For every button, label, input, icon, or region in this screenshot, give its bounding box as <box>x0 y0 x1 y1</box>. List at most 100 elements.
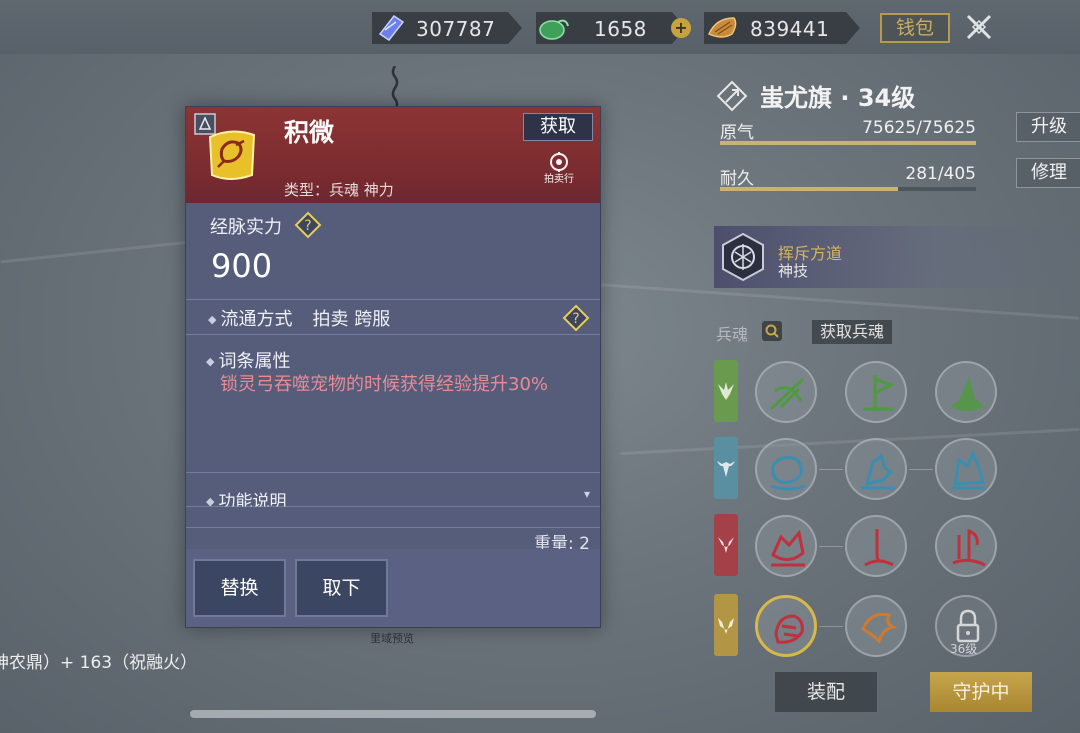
help-icon[interactable]: ? <box>562 304 590 332</box>
soul-search-button[interactable] <box>762 321 782 341</box>
slot-connector <box>819 626 843 627</box>
row-tag-beast-1 <box>714 360 738 422</box>
trade-value: 拍卖 跨服 <box>312 309 391 330</box>
search-icon <box>765 324 779 338</box>
row-tag-beast-3 <box>714 514 738 576</box>
repair-button[interactable]: 修理 <box>1016 158 1080 188</box>
tiger-soul-icon <box>774 614 804 644</box>
durability-bar <box>720 187 976 191</box>
divider <box>186 334 600 335</box>
horizontal-scrollbar[interactable] <box>190 710 596 718</box>
skill-panel[interactable] <box>714 226 1080 288</box>
soul-slot[interactable] <box>845 438 907 500</box>
fox-head-icon <box>718 537 734 553</box>
slot-connector <box>819 546 843 547</box>
soul-slot[interactable] <box>845 361 907 423</box>
get-item-button[interactable]: 获取 <box>523 113 593 141</box>
durability-bar-fill <box>720 187 898 191</box>
currency-jade: 1658 <box>536 12 686 44</box>
remove-button[interactable]: 取下 <box>295 559 388 617</box>
currency-bar: 307787 1658 + 839441 钱包 <box>0 0 1080 54</box>
preview-label[interactable]: 里域预览 <box>370 630 414 646</box>
soul-slot[interactable] <box>935 438 997 500</box>
row-tag-beast-4 <box>714 594 738 656</box>
currency-gold: 839441 <box>704 12 860 44</box>
slot-connector <box>819 469 843 470</box>
currency-value: 839441 <box>750 17 830 41</box>
blue-crystal-icon <box>376 14 406 42</box>
rope-decoration <box>391 66 399 110</box>
soul-slot[interactable] <box>935 515 997 577</box>
soul-slot[interactable] <box>845 515 907 577</box>
power-value: 900 <box>211 247 273 285</box>
currency-gem: 307787 <box>372 12 522 44</box>
flag-title: 蚩尤旗 · 34级 <box>760 84 916 112</box>
ox-head-icon <box>717 461 735 477</box>
item-card-header: 积微 获取 拍卖行 类型：兵魂 神力 <box>186 107 600 203</box>
item-type: 类型：兵魂 神力 <box>284 181 394 199</box>
get-soul-button[interactable]: 获取兵魂 <box>812 320 892 344</box>
auction-label[interactable]: 拍卖行 <box>544 170 574 185</box>
flame-soul-icon <box>952 528 986 567</box>
item-tooltip-card: 积微 获取 拍卖行 类型：兵魂 神力 经脉实力 ? 900 ◆ 流通方式 拍卖 跨服… <box>185 106 601 628</box>
trade-row: ◆ 流通方式 拍卖 跨服 <box>208 305 390 331</box>
tiger-head-icon <box>718 618 734 634</box>
soul-label: 兵魂 <box>716 325 749 344</box>
upgrade-button[interactable]: 升级 <box>1016 112 1080 142</box>
hook-soul-icon <box>864 529 894 567</box>
power-label: 经脉实力 <box>210 217 282 238</box>
svg-text:?: ? <box>572 311 579 327</box>
green-jade-icon <box>538 14 570 42</box>
divider <box>186 506 600 507</box>
soul-slot[interactable] <box>935 361 997 423</box>
trade-label: 流通方式 <box>220 309 293 330</box>
horse-soul-icon <box>861 453 895 490</box>
plus-icon[interactable]: + <box>671 18 691 38</box>
bonus-text: 神农鼎）+ 163（祝融火） <box>0 653 198 673</box>
ox-soul-icon <box>770 456 806 491</box>
divider <box>186 299 600 300</box>
bow-soul-icon <box>769 377 805 411</box>
gold-ingot-icon <box>706 14 740 42</box>
stat-value-durability: 281/405 <box>905 164 976 184</box>
stat-label-durability: 耐久 <box>720 169 754 189</box>
soul-slot-active[interactable] <box>755 595 817 657</box>
soul-slot[interactable] <box>755 515 817 577</box>
attr-text: 锁灵弓吞噬宠物的时候获得经验提升30% <box>220 374 549 395</box>
currency-value: 307787 <box>416 17 496 41</box>
fox-soul-icon <box>771 529 805 567</box>
soul-slot[interactable] <box>755 438 817 500</box>
item-name: 积微 <box>284 118 335 147</box>
hat-soul-icon <box>951 377 985 411</box>
attr-label: 词条属性 <box>218 351 291 372</box>
attr-row: ◆ 词条属性 <box>206 347 290 373</box>
currency-value: 1658 <box>594 17 647 41</box>
svg-text:?: ? <box>304 218 311 234</box>
stat-value-qi: 75625/75625 <box>862 118 976 138</box>
close-icon[interactable] <box>964 12 994 42</box>
replace-button[interactable]: 替换 <box>193 559 286 617</box>
slot-connector <box>909 469 933 470</box>
divider <box>186 472 600 473</box>
divider <box>186 527 600 528</box>
func-label: 功能说明 <box>218 492 287 507</box>
soul-slot[interactable] <box>845 595 907 657</box>
qi-bar-fill <box>720 141 976 145</box>
bg-streak <box>0 239 200 264</box>
stat-label-qi: 原气 <box>720 123 754 143</box>
wallet-button[interactable]: 钱包 <box>880 13 950 43</box>
wolf-head-icon <box>718 382 734 400</box>
help-icon[interactable]: ? <box>294 211 322 239</box>
equip-button[interactable]: 装配 <box>775 672 877 712</box>
row-tag-beast-2 <box>714 437 738 499</box>
skill-emblem-icon <box>722 232 764 282</box>
func-row: ◆ 功能说明 <box>206 487 286 507</box>
guarding-button[interactable]: 守护中 <box>930 672 1032 712</box>
soul-slot[interactable] <box>755 361 817 423</box>
scroll-item-icon <box>208 130 256 180</box>
bg-streak <box>600 283 1080 320</box>
expand-down-icon[interactable]: ▾ <box>584 487 590 501</box>
flag-diamond-icon <box>716 80 748 112</box>
bullet-icon: ◆ <box>206 355 215 368</box>
beast-soul-icon <box>951 450 985 490</box>
